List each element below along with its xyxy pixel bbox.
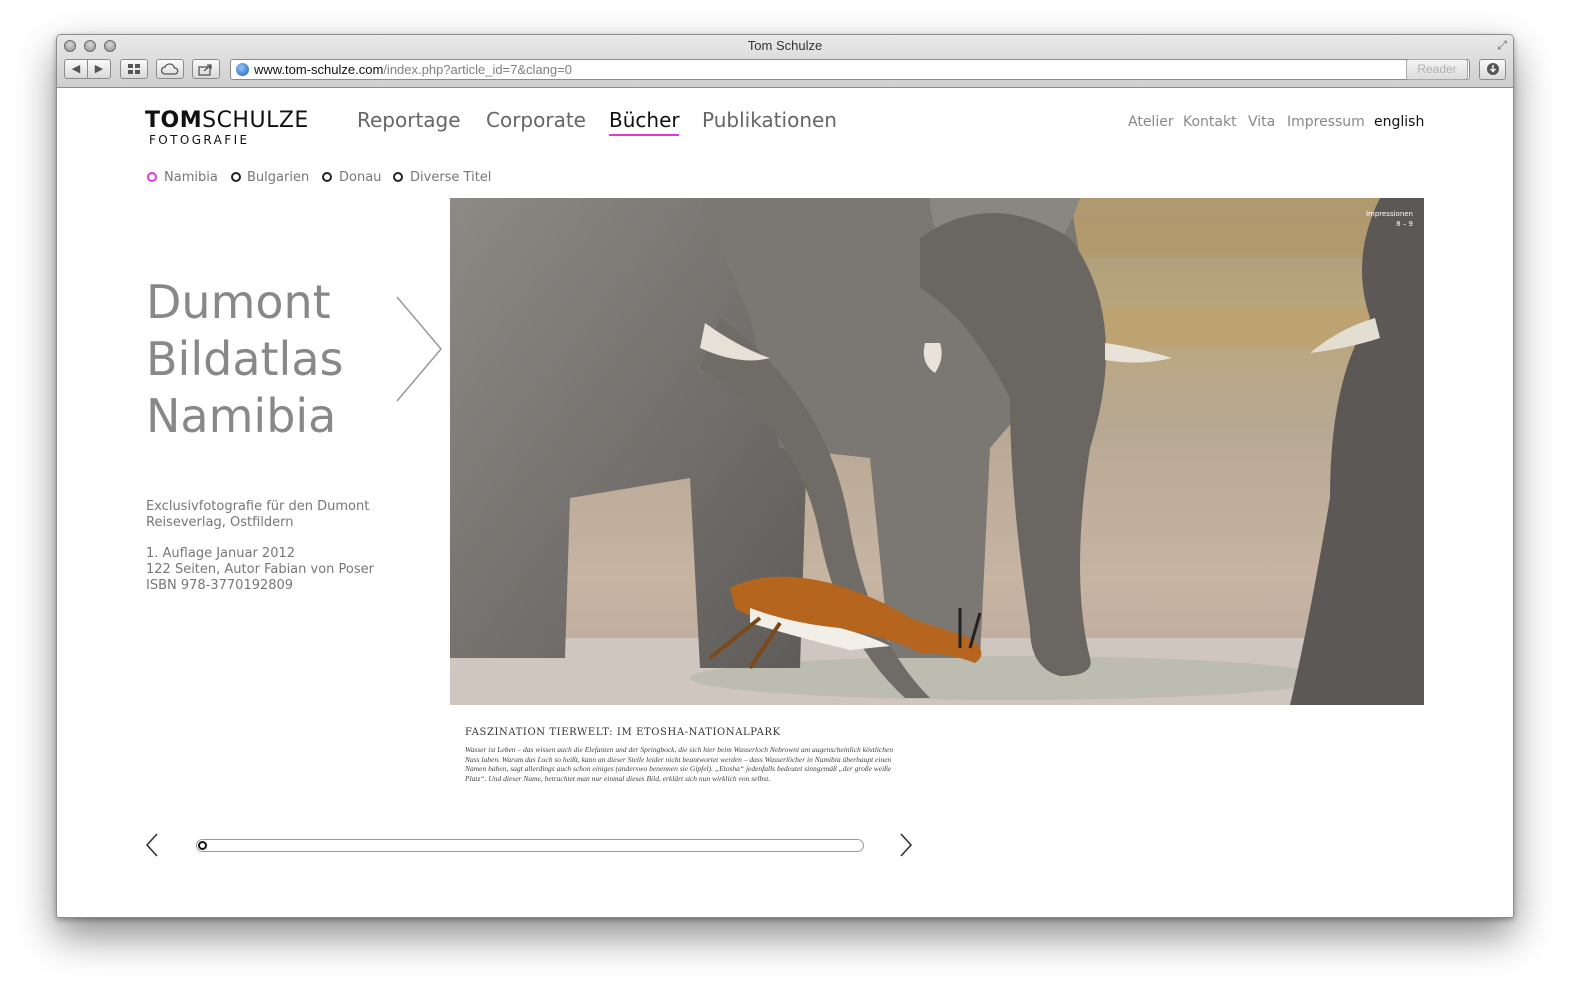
nav-kontakt[interactable]: Kontakt xyxy=(1183,114,1237,130)
nav-reportage[interactable]: Reportage xyxy=(357,108,461,132)
nav-atelier[interactable]: Atelier xyxy=(1128,114,1174,130)
site-logo[interactable]: TOMSCHULZE xyxy=(145,108,309,133)
icloud-tabs-button[interactable] xyxy=(156,59,184,79)
fullscreen-icon[interactable]: ⤢ xyxy=(1497,38,1507,53)
url-path: /index.php?article_id=7&clang=0 xyxy=(383,62,572,77)
slider-handle[interactable] xyxy=(198,841,207,850)
book-spread-photo[interactable]: Impressionen 8 – 9 xyxy=(450,198,1424,705)
dot-icon xyxy=(393,172,403,182)
nav-english[interactable]: english xyxy=(1374,114,1424,130)
gallery-slider[interactable] xyxy=(196,839,864,852)
web-page: TOMSCHULZE FOTOGRAFIE Reportage Corporat… xyxy=(57,88,1513,917)
nav-buecher[interactable]: Bücher xyxy=(609,108,680,132)
active-nav-underline xyxy=(609,134,679,136)
downloads-button[interactable] xyxy=(1479,59,1506,80)
nav-impressum[interactable]: Impressum xyxy=(1287,114,1365,130)
back-button[interactable]: ◀ xyxy=(64,59,88,79)
share-button[interactable] xyxy=(192,59,220,79)
subnav-donau[interactable]: Donau xyxy=(339,170,381,185)
dot-icon xyxy=(322,172,332,182)
dot-icon xyxy=(231,172,241,182)
subnav-namibia[interactable]: Namibia xyxy=(164,170,218,185)
subnav-bulgarien[interactable]: Bulgarien xyxy=(247,170,309,185)
url-text[interactable]: www.tom-schulze.com/index.php?article_id… xyxy=(254,62,572,77)
share-icon xyxy=(198,64,212,76)
url-domain: www.tom-schulze.com xyxy=(254,62,384,77)
globe-icon xyxy=(236,63,249,76)
cloud-icon xyxy=(160,63,179,75)
book-pages-author: 122 Seiten, Autor Fabian von Poser xyxy=(146,562,374,577)
top-sites-button[interactable] xyxy=(120,59,148,79)
book-title-line: Dumont xyxy=(146,275,331,329)
logo-subtitle: FOTOGRAFIE xyxy=(149,133,250,147)
logo-last-name: SCHULZE xyxy=(202,108,309,133)
forward-button[interactable]: ▶ xyxy=(87,59,111,79)
chevron-right-icon xyxy=(396,296,442,402)
nav-publikationen[interactable]: Publikationen xyxy=(702,108,837,132)
book-isbn: ISBN 978-3770192809 xyxy=(146,578,294,593)
nav-corporate[interactable]: Corporate xyxy=(486,108,586,132)
address-bar[interactable]: www.tom-schulze.com/index.php?article_id… xyxy=(230,59,1470,80)
download-icon xyxy=(1486,63,1499,75)
book-edition: 1. Auflage Januar 2012 xyxy=(146,546,296,561)
book-title-line: Namibia xyxy=(146,389,337,443)
browser-toolbar: Tom Schulze ⤢ ◀ ▶ www.tom-schulze.com/in… xyxy=(57,35,1513,88)
elephants-springbok-image: Impressionen 8 – 9 xyxy=(450,198,1424,705)
book-title: Dumont Bildatlas Namibia xyxy=(146,274,406,445)
grid-icon xyxy=(128,64,140,74)
photo-page-label: Impressionen xyxy=(1366,210,1413,218)
chevron-left-icon[interactable] xyxy=(145,832,159,858)
nav-vita[interactable]: Vita xyxy=(1248,114,1275,130)
reader-button[interactable]: Reader xyxy=(1406,59,1468,80)
chevron-right-icon[interactable] xyxy=(899,832,913,858)
book-description: Exclusivfotografie für den Dumont xyxy=(146,499,370,514)
book-description: Reiseverlag, Ostfildern xyxy=(146,515,294,530)
caption-text: Wasser ist Leben – das wissen auch die E… xyxy=(465,745,894,783)
active-dot-icon xyxy=(147,172,157,182)
book-title-line: Bildatlas xyxy=(146,332,344,386)
logo-first-name: TOM xyxy=(145,108,203,133)
photo-page-numbers: 8 – 9 xyxy=(1396,220,1413,228)
window-title: Tom Schulze xyxy=(747,38,823,53)
caption-heading: FASZINATION TIERWELT: IM ETOSHA-NATIONAL… xyxy=(465,727,781,738)
browser-window: Tom Schulze ⤢ ◀ ▶ www.tom-schulze.com/in… xyxy=(56,34,1514,918)
subnav-diverse-titel[interactable]: Diverse Titel xyxy=(410,170,491,185)
